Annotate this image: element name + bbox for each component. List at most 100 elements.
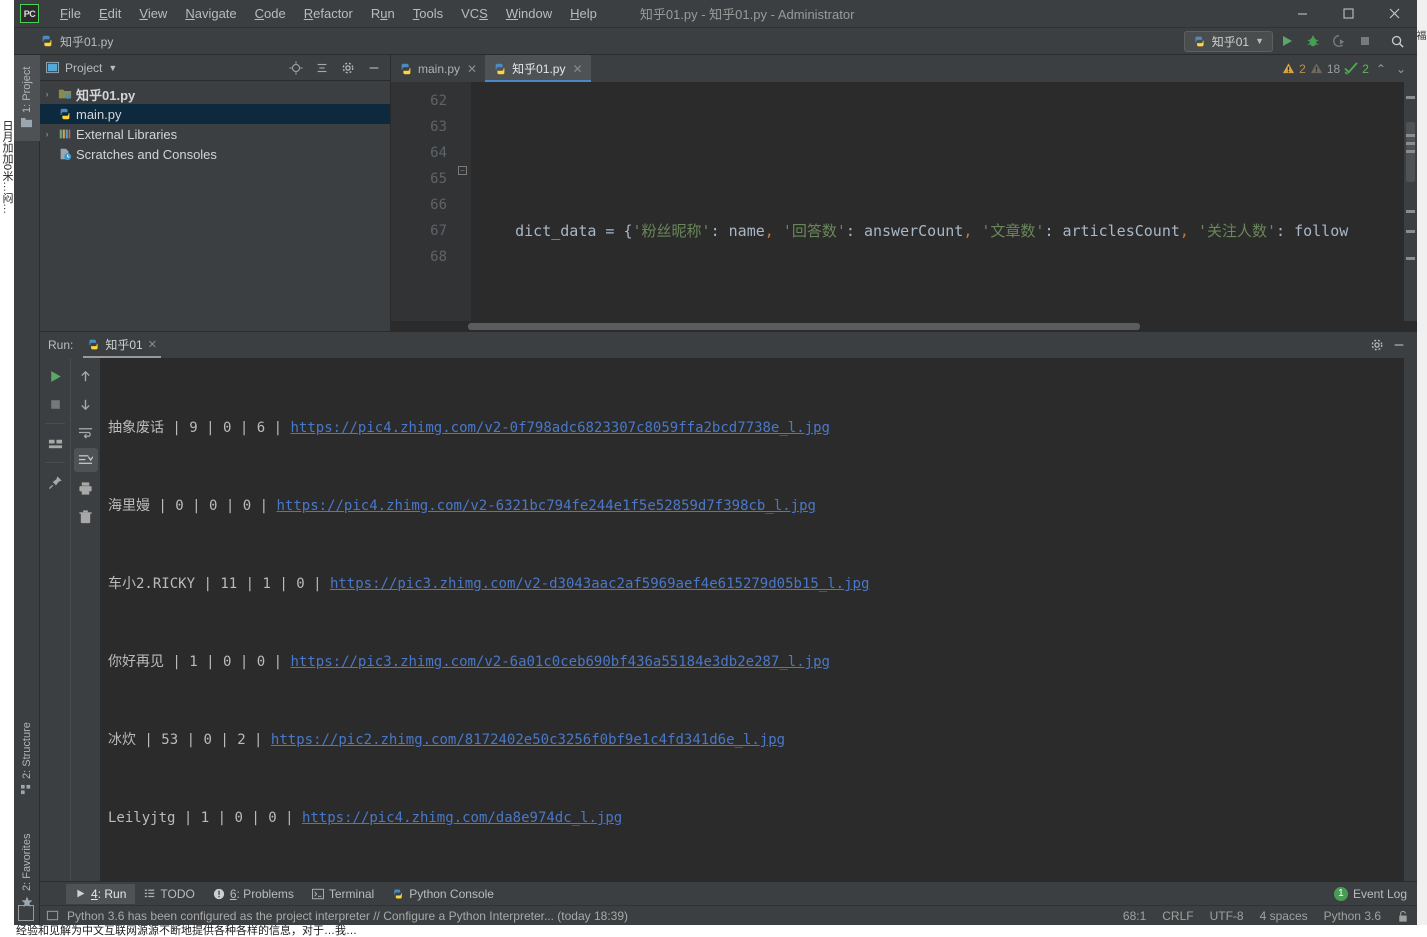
lock-icon[interactable] — [1397, 910, 1409, 922]
error-stripe-marker[interactable] — [1406, 257, 1415, 260]
console-vertical-scrollbar[interactable] — [1404, 358, 1417, 881]
chevron-down-icon[interactable]: ⌄ — [1393, 62, 1409, 76]
sidebar-tab-project[interactable]: 1: Project — [14, 55, 40, 141]
inspection-widget[interactable]: 2 18 2 ⌃ ⌄ — [1274, 55, 1417, 82]
code-text[interactable]: dict_data = {'粉丝昵称': name, '回答数': answer… — [471, 82, 1417, 321]
search-everywhere-icon[interactable] — [1385, 30, 1409, 52]
close-run-tab-icon[interactable]: ✕ — [148, 338, 157, 351]
bottom-tab-terminal[interactable]: Terminal — [303, 884, 383, 904]
row-url[interactable]: https://pic3.zhimg.com/v2-6a01c0ceb690bf… — [291, 654, 830, 670]
bottom-tab-python-console[interactable]: Python Console — [383, 884, 503, 904]
bottom-tab-problems[interactable]: 6: Problems — [204, 884, 303, 904]
sidebar-tab-structure[interactable]: 2: Structure — [14, 705, 40, 813]
settings-gear-icon[interactable] — [338, 58, 358, 78]
project-panel-chevron-icon[interactable]: ▼ — [108, 63, 117, 73]
tree-node-project-root[interactable]: › 知乎01.py — [40, 84, 390, 104]
event-log-button[interactable]: 1 Event Log — [1333, 886, 1417, 901]
run-configuration-selector[interactable]: 知乎01 ▼ — [1183, 30, 1273, 52]
expand-arrow-icon[interactable]: › — [40, 89, 54, 99]
editor-horizontal-scrollbar[interactable] — [391, 321, 1417, 331]
previous-occurrence-button[interactable] — [74, 364, 98, 388]
indent-setting[interactable]: 4 spaces — [1260, 909, 1308, 923]
menu-vcs[interactable]: VCS — [452, 3, 497, 24]
tree-node-external-libraries[interactable]: › External Libraries — [40, 124, 390, 144]
tree-node-project-root-label: 知乎01.py — [76, 87, 136, 103]
row-url[interactable]: https://pic3.zhimg.com/v2-d3043aac2af596… — [330, 576, 869, 592]
menu-help[interactable]: Help — [561, 3, 606, 24]
pin-tab-button[interactable] — [43, 470, 67, 494]
menu-code[interactable]: Code — [246, 3, 295, 24]
row-url[interactable]: https://pic4.zhimg.com/v2-6321bc794fe244… — [277, 498, 816, 514]
menu-window[interactable]: Window — [497, 3, 561, 24]
minimize-button[interactable] — [1279, 0, 1325, 28]
code-folding-gutter[interactable]: − — [455, 82, 471, 321]
editor-vertical-scrollbar[interactable] — [1404, 82, 1417, 321]
toggle-tasks-button[interactable] — [43, 431, 67, 455]
clear-all-button[interactable] — [74, 504, 98, 528]
error-stripe-marker[interactable] — [1406, 150, 1415, 153]
warning-count: 2 — [1299, 61, 1306, 76]
print-button[interactable] — [74, 476, 98, 500]
fold-marker-icon[interactable]: − — [458, 166, 467, 175]
error-stripe-marker[interactable] — [1406, 134, 1415, 137]
terminal-icon — [311, 888, 324, 899]
rerun-button[interactable] — [43, 364, 67, 388]
close-button[interactable] — [1371, 0, 1417, 28]
run-settings-gear-icon[interactable] — [1367, 335, 1387, 355]
menu-run[interactable]: Run — [362, 3, 404, 24]
menu-tools[interactable]: Tools — [404, 3, 452, 24]
python-interpreter[interactable]: Python 3.6 — [1324, 909, 1381, 923]
project-icon — [21, 118, 33, 129]
run-toolbar: 知乎01 ▼ — [1183, 30, 1417, 52]
breadcrumb[interactable]: 知乎01.py — [40, 33, 113, 50]
status-message[interactable]: Python 3.6 has been configured as the pr… — [67, 909, 628, 923]
scroll-to-end-button[interactable] — [73, 448, 98, 472]
run-with-coverage-button[interactable] — [1327, 30, 1351, 52]
hide-tool-windows-button[interactable] — [18, 905, 34, 921]
soft-wrap-button[interactable] — [74, 420, 98, 444]
editor-tab-main-py[interactable]: main.py ✕ — [391, 55, 485, 82]
close-tab-icon[interactable]: ✕ — [467, 62, 477, 76]
expand-arrow-icon[interactable]: › — [40, 129, 54, 139]
collapse-all-icon[interactable] — [312, 58, 332, 78]
hide-run-panel-icon[interactable] — [1389, 335, 1409, 355]
editor-tab-zhihu01-py[interactable]: 知乎01.py ✕ — [485, 55, 591, 82]
row-url[interactable]: https://pic4.zhimg.com/v2-0f798adc682330… — [291, 420, 830, 436]
menu-navigate[interactable]: Navigate — [176, 3, 245, 24]
menu-edit[interactable]: Edit — [90, 3, 130, 24]
line-separator[interactable]: CRLF — [1162, 909, 1193, 923]
stop-button[interactable] — [1353, 30, 1377, 52]
maximize-button[interactable] — [1325, 0, 1371, 28]
row-url[interactable]: https://pic4.zhimg.com/da8e974dc_l.jpg — [302, 810, 622, 826]
menu-view[interactable]: View — [130, 3, 176, 24]
menu-file[interactable]: FFileile — [51, 3, 90, 24]
run-panel-tab[interactable]: 知乎01 ✕ — [83, 333, 161, 358]
bottom-tab-run[interactable]: 4: Run — [66, 883, 136, 904]
stop-process-button[interactable] — [43, 392, 67, 416]
bottom-tool-bar: 4: Run TODO 6: Problems Terminal Python … — [40, 881, 1417, 905]
chevron-up-icon[interactable]: ⌃ — [1373, 62, 1389, 76]
run-button[interactable] — [1275, 30, 1299, 52]
error-stripe-marker[interactable] — [1406, 210, 1415, 213]
code-editor[interactable]: 62 63 64 65 66 67 68 − dict_data = {'粉丝昵… — [391, 82, 1417, 321]
row-url[interactable]: https://pic2.zhimg.com/8172402e50c3256f0… — [271, 732, 785, 748]
error-stripe-marker[interactable] — [1406, 142, 1415, 145]
close-tab-icon[interactable]: ✕ — [572, 62, 582, 76]
caret-position[interactable]: 68:1 — [1123, 909, 1146, 923]
tree-node-main-py[interactable]: › main.py — [40, 104, 390, 124]
error-stripe-marker[interactable] — [1406, 96, 1415, 99]
scroll-from-source-icon[interactable] — [286, 58, 306, 78]
console-row: 海里嫚 | 0 | 0 | 0 | https://pic4.zhimg.com… — [108, 498, 816, 514]
debug-button[interactable] — [1301, 30, 1325, 52]
bottom-tab-todo[interactable]: TODO — [135, 884, 203, 904]
file-encoding[interactable]: UTF-8 — [1210, 909, 1244, 923]
scrollbar-thumb[interactable] — [468, 323, 1140, 330]
tree-node-scratches[interactable]: › Scratches and Consoles — [40, 144, 390, 164]
console-output[interactable]: 抽象废话 | 9 | 0 | 6 | https://pic4.zhimg.co… — [100, 358, 1417, 881]
next-occurrence-button[interactable] — [74, 392, 98, 416]
hide-panel-icon[interactable] — [364, 58, 384, 78]
error-stripe-marker[interactable] — [1406, 230, 1415, 233]
code-line: dict_data = {'粉丝昵称': name, '回答数': answer… — [479, 222, 1349, 240]
menu-refactor[interactable]: Refactor — [295, 3, 362, 24]
